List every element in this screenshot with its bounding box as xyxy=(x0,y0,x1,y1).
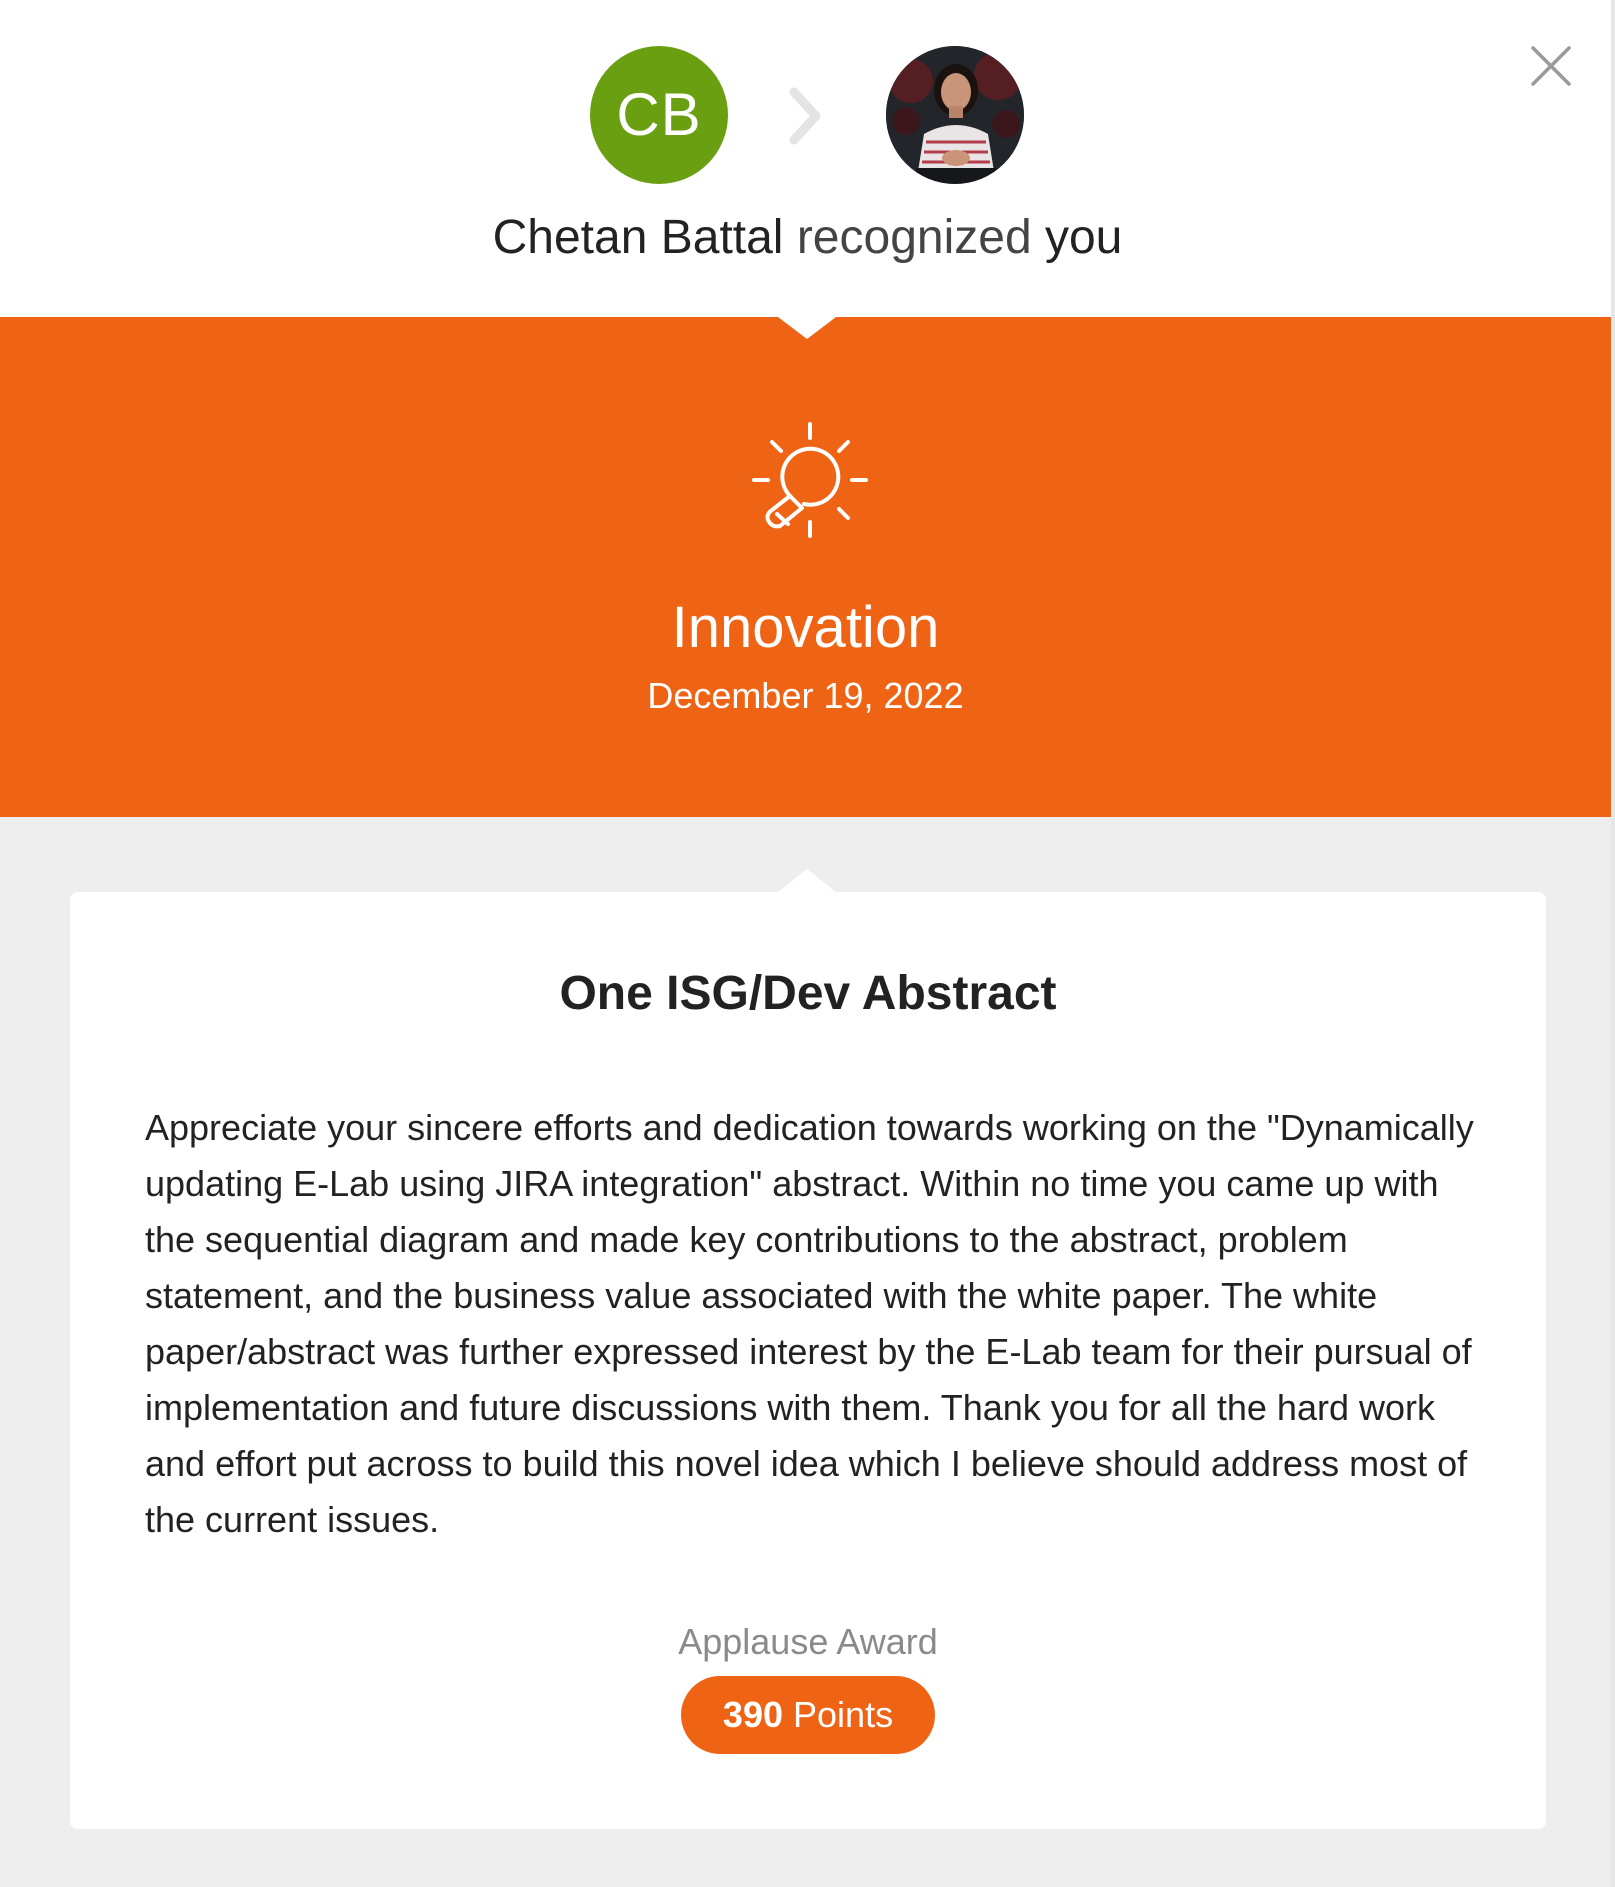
recognition-date: December 19, 2022 xyxy=(647,675,964,716)
recognition-message: Appreciate your sincere efforts and dedi… xyxy=(145,1107,1474,1540)
recognition-title: One ISG/Dev Abstract xyxy=(559,967,1057,1020)
points-badge: 390 Points xyxy=(681,1676,935,1754)
value-title: Innovation xyxy=(671,595,940,660)
card-pointer xyxy=(777,869,837,893)
points-unit: Points xyxy=(793,1694,894,1735)
recognition-modal: CB Chetan Battal recognized you Innovati… xyxy=(0,0,1615,1887)
value-banner xyxy=(0,317,1611,817)
giver-avatar[interactable]: CB xyxy=(590,46,728,184)
recognition-headline: Chetan Battal recognized you xyxy=(0,206,1615,270)
recipient-photo xyxy=(886,46,1024,184)
close-button[interactable] xyxy=(1525,40,1577,92)
recipient-avatar[interactable] xyxy=(886,46,1024,184)
recipient-name: you xyxy=(1044,211,1123,264)
banner-pointer xyxy=(778,317,836,339)
chevron-right-icon xyxy=(789,87,821,145)
giver-name[interactable]: Chetan Battal xyxy=(493,211,784,264)
close-icon xyxy=(1531,46,1571,86)
award-type-label: Applause Award xyxy=(678,1621,938,1662)
recognized-verb: recognized xyxy=(796,211,1032,264)
lightbulb-idea-icon xyxy=(752,422,868,538)
scrollbar-track xyxy=(1611,0,1615,1887)
points-value: 390 xyxy=(722,1694,783,1735)
